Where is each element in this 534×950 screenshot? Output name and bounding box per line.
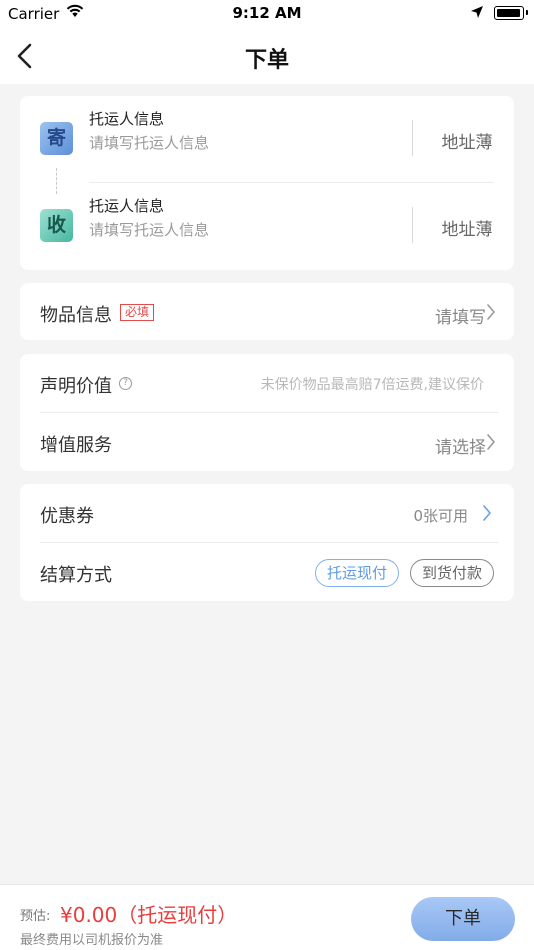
place-order-button[interactable]: 下单 [411, 897, 515, 941]
estimate-label: 预估: [20, 909, 51, 924]
sender-row[interactable]: 寄 托运人信息 请填写托运人信息 地址薄 [20, 96, 514, 182]
value-added-row[interactable]: 增值服务 请选择 [20, 413, 514, 471]
payment-option-cod[interactable]: 到货付款 [410, 559, 494, 587]
receiver-row[interactable]: 收 托运人信息 请填写托运人信息 地址薄 [20, 183, 514, 269]
estimate-note: 最终费用以司机报价为准 [20, 933, 164, 948]
declared-value-hint[interactable]: 未保价物品最高赔7倍运费,建议保价 [261, 374, 484, 394]
chevron-right-icon [487, 434, 495, 450]
page-title: 下单 [244, 48, 289, 73]
payment-option-prepaid[interactable]: 托运现付 [315, 559, 399, 587]
status-bar: Carrier 9:12 AM [0, 0, 534, 28]
payment-method-label: 结算方式 [40, 565, 112, 586]
chevron-right-icon [487, 304, 495, 320]
coupon-label: 优惠券 [40, 506, 94, 527]
item-info-label: 物品信息 [40, 305, 112, 326]
item-info-row[interactable]: 物品信息 必填 请填写 [20, 283, 514, 341]
payment-card: 优惠券 0张可用 结算方式 托运现付 到货付款 [20, 484, 514, 601]
item-info-action[interactable]: 请填写 [435, 303, 486, 328]
divider [412, 207, 413, 243]
coupon-row[interactable]: 优惠券 0张可用 [20, 484, 514, 542]
sender-hint[interactable]: 请填写托运人信息 [89, 132, 209, 153]
service-card: 声明价值 ? 未保价物品最高赔7倍运费,建议保价 增值服务 请选择 [20, 354, 514, 471]
sender-badge: 寄 [40, 122, 73, 155]
required-badge: 必填 [120, 304, 155, 321]
question-circle-icon[interactable]: ? [119, 377, 132, 390]
receiver-hint[interactable]: 请填写托运人信息 [89, 219, 209, 240]
divider [412, 120, 413, 156]
declared-value-row[interactable]: 声明价值 ? 未保价物品最高赔7倍运费,建议保价 [20, 354, 514, 412]
nav-bar: 下单 [0, 28, 534, 84]
coupon-count[interactable]: 0张可用 [413, 505, 468, 526]
item-info-card: 物品信息 必填 请填写 [20, 283, 514, 340]
payment-method-row: 结算方式 托运现付 到货付款 [20, 543, 514, 601]
location-arrow-icon [471, 6, 483, 18]
clock: 9:12 AM [232, 4, 302, 22]
battery-icon [494, 6, 528, 20]
declared-value-label: 声明价值 [40, 376, 112, 397]
value-added-action[interactable]: 请选择 [435, 433, 486, 458]
bottom-bar: 预估: ¥0.00（托运现付） 最终费用以司机报价为准 下单 [0, 884, 534, 950]
value-added-label: 增值服务 [40, 435, 112, 456]
receiver-title: 托运人信息 [89, 197, 165, 215]
estimate-price: ¥0.00（托运现付） [60, 903, 238, 927]
receiver-address-book-button[interactable]: 地址薄 [420, 215, 514, 240]
address-card: 寄 托运人信息 请填写托运人信息 地址薄 收 托运人信息 请填写托运人信息 地址… [20, 96, 514, 270]
sender-title: 托运人信息 [89, 110, 165, 128]
sender-address-book-button[interactable]: 地址薄 [420, 128, 514, 153]
receiver-badge: 收 [40, 209, 73, 242]
chevron-right-icon [483, 505, 491, 521]
